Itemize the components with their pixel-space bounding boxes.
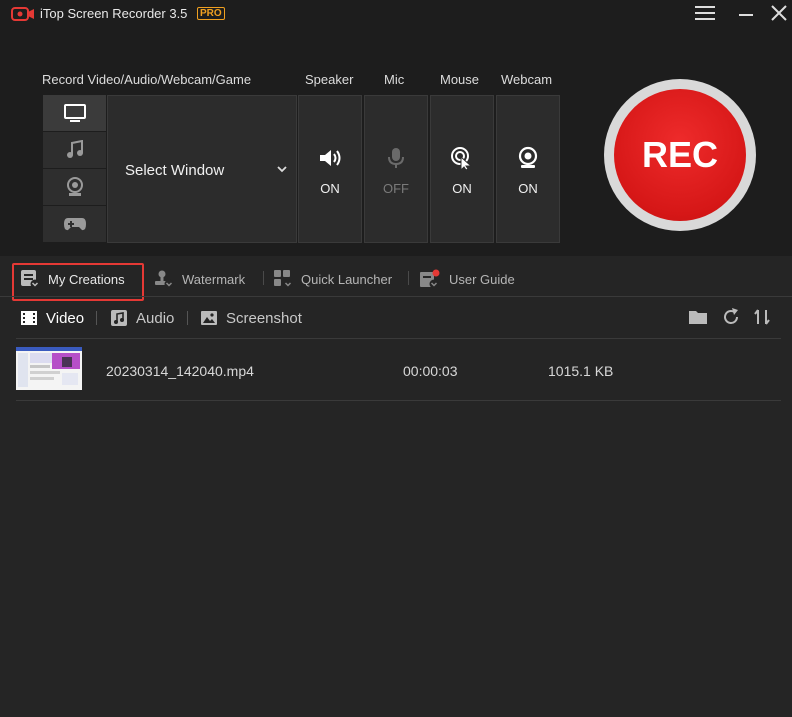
- speaker-icon: [320, 150, 341, 166]
- image-icon: [201, 311, 217, 325]
- minimize-icon[interactable]: [733, 2, 759, 24]
- gamepad-icon: [63, 218, 86, 231]
- source-screen[interactable]: [43, 95, 106, 132]
- tab-label: Watermark: [182, 271, 246, 287]
- file-row[interactable]: 20230314_142040.mp4 00:00:03 1015.1 KB: [16, 340, 781, 400]
- tab-watermark[interactable]: Watermark: [154, 268, 245, 290]
- mic-icon: [388, 148, 404, 168]
- speaker-label: Speaker: [305, 72, 354, 87]
- refresh-icon[interactable]: [721, 307, 741, 327]
- close-icon[interactable]: [766, 2, 792, 24]
- mouse-label: Mouse: [440, 72, 480, 87]
- divider: [0, 296, 792, 297]
- subtab-audio[interactable]: Audio: [110, 308, 174, 328]
- subtab-separator: [187, 311, 188, 325]
- subtab-label: Screenshot: [226, 309, 302, 327]
- grid-apps-icon: [274, 270, 293, 289]
- video-film-icon: [21, 311, 37, 325]
- rec-button[interactable]: REC: [604, 79, 756, 231]
- app-logo-icon: [11, 7, 34, 21]
- mouse-toggle[interactable]: ON: [430, 95, 494, 243]
- user-guide-icon: [420, 269, 440, 289]
- rec-label: REC: [641, 134, 718, 175]
- source-game[interactable]: [43, 206, 106, 243]
- audio-note-icon: [111, 310, 127, 326]
- music-icon: [66, 140, 83, 158]
- subtab-video[interactable]: Video: [20, 308, 84, 328]
- tab-separator: [408, 271, 409, 285]
- webcam-state: ON: [518, 181, 538, 196]
- mouse-click-icon: [451, 147, 473, 170]
- select-window-dropdown[interactable]: Select Window: [107, 95, 297, 243]
- tab-quick-launcher[interactable]: Quick Launcher: [273, 268, 392, 290]
- mic-label: Mic: [384, 72, 405, 87]
- folder-icon[interactable]: [688, 307, 708, 327]
- row-divider: [16, 400, 781, 401]
- list-header-divider: [16, 338, 781, 339]
- rec-button-face: REC: [614, 89, 746, 221]
- source-webcam[interactable]: [43, 169, 106, 206]
- tab-label: Quick Launcher: [301, 271, 393, 287]
- subtab-separator: [96, 311, 97, 325]
- pro-badge: PRO: [197, 7, 225, 20]
- speaker-state: ON: [320, 181, 340, 196]
- screen-icon: [63, 104, 86, 122]
- source-selector: [43, 95, 106, 243]
- source-audio[interactable]: [43, 132, 106, 169]
- chevron-down-icon: [277, 166, 287, 173]
- video-thumbnail: [16, 347, 82, 390]
- tab-user-guide[interactable]: User Guide: [419, 268, 515, 290]
- webcam-icon: [518, 146, 538, 168]
- select-window-label: Select Window: [125, 162, 225, 179]
- tab-label: My Creations: [48, 271, 125, 287]
- mic-state: OFF: [383, 181, 409, 196]
- app-title: iTop Screen Recorder 3.5: [40, 6, 188, 21]
- mic-toggle[interactable]: OFF: [364, 95, 428, 243]
- watermark-stamp-icon: [155, 270, 174, 289]
- speaker-toggle[interactable]: ON: [298, 95, 362, 243]
- tab-my-creations[interactable]: My Creations: [20, 268, 125, 290]
- webcam-icon: [66, 177, 83, 196]
- subtab-screenshot[interactable]: Screenshot: [200, 308, 302, 328]
- file-size: 1015.1 KB: [548, 363, 614, 379]
- webcam-toggle[interactable]: ON: [496, 95, 560, 243]
- file-duration: 00:00:03: [403, 363, 458, 379]
- subtab-label: Video: [46, 309, 85, 327]
- subtab-label: Audio: [136, 309, 175, 327]
- record-section-label: Record Video/Audio/Webcam/Game: [42, 72, 252, 87]
- creations-icon: [21, 270, 40, 289]
- webcam-label: Webcam: [501, 72, 553, 87]
- sort-icon[interactable]: [752, 307, 772, 327]
- file-name: 20230314_142040.mp4: [106, 363, 254, 379]
- tab-label: User Guide: [449, 271, 515, 287]
- mouse-state: ON: [452, 181, 472, 196]
- menu-icon[interactable]: [692, 2, 718, 24]
- tab-separator: [263, 271, 264, 285]
